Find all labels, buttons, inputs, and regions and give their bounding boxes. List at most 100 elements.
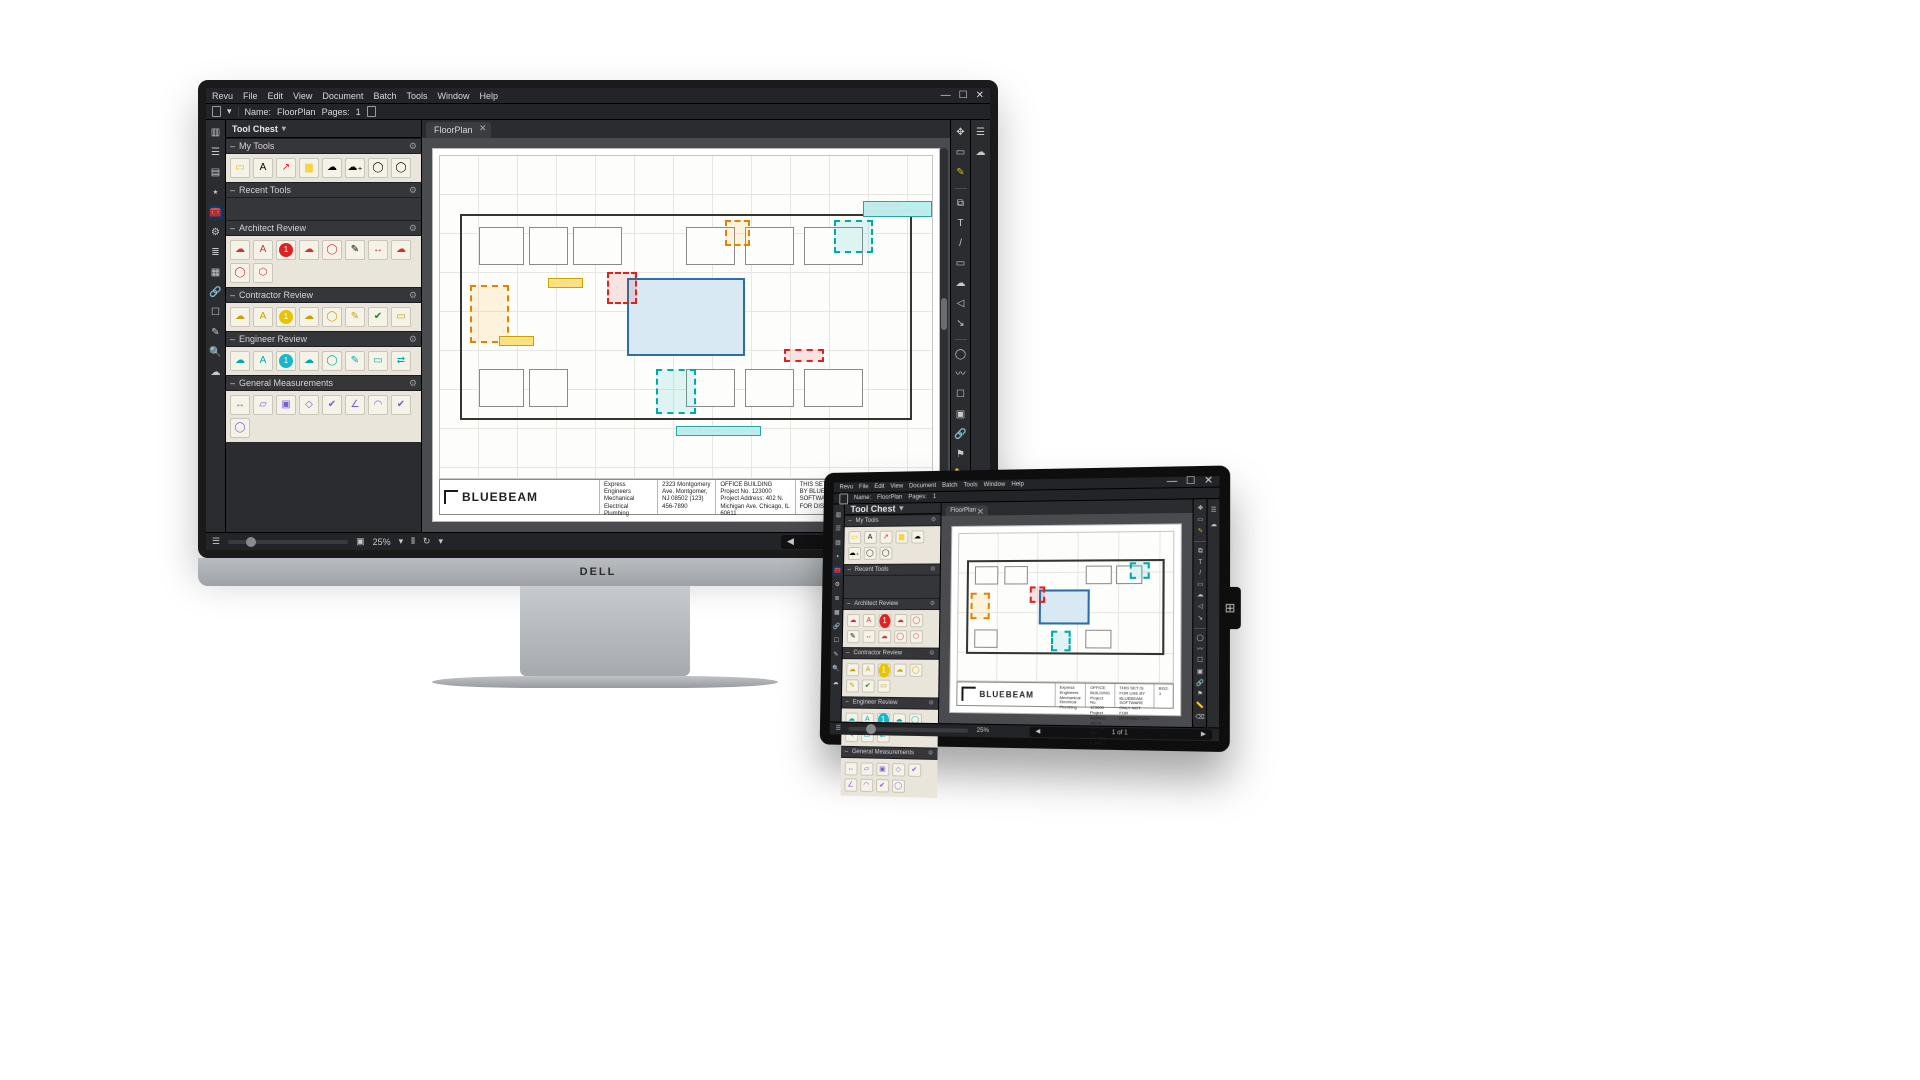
gear-icon[interactable]: ⚙ bbox=[409, 335, 417, 344]
menu-item-revu[interactable]: Revu bbox=[212, 91, 233, 101]
tool-callout[interactable]: ◁ bbox=[1195, 604, 1206, 611]
tool-cloud-a2[interactable]: ☁ bbox=[299, 240, 319, 260]
gear-icon[interactable]: ⚙ bbox=[409, 142, 417, 151]
rail-file-access[interactable]: ▥ bbox=[209, 126, 223, 140]
tool-ellipse-a2[interactable]: ◯ bbox=[894, 630, 907, 643]
rail-search[interactable]: 🔍 bbox=[209, 346, 223, 360]
menu-item-view[interactable]: View bbox=[293, 91, 312, 101]
toolset-header-contractor-review[interactable]: –Contractor Review⚙ bbox=[842, 647, 938, 660]
tool-pen-a[interactable]: ✎ bbox=[345, 240, 365, 260]
tool-stamp2-c[interactable]: ▭ bbox=[391, 307, 411, 327]
menu-item-batch[interactable]: Batch bbox=[942, 483, 957, 489]
rail-file-access[interactable]: ▥ bbox=[833, 510, 843, 520]
status-menu-icon[interactable]: ☰ bbox=[836, 725, 841, 731]
markup-cloud-2[interactable] bbox=[607, 272, 637, 304]
window-min-icon[interactable]: — bbox=[941, 91, 951, 101]
tool-pan[interactable]: ✥ bbox=[1195, 505, 1206, 512]
rail-layers[interactable]: ≣ bbox=[832, 594, 842, 604]
zoom-value[interactable]: 25% bbox=[373, 537, 391, 547]
toolset-header-contractor-review[interactable]: –Contractor Review⚙ bbox=[226, 287, 421, 303]
tool-callout-yellow[interactable]: ▭ bbox=[230, 158, 250, 178]
tool-cloud-c2[interactable]: ☁ bbox=[893, 664, 906, 677]
tool-text-a[interactable]: A bbox=[253, 240, 273, 260]
tool-arrow[interactable]: ↘ bbox=[954, 317, 968, 331]
menu-item-edit[interactable]: Edit bbox=[268, 91, 284, 101]
tool-gm-o[interactable]: ◯ bbox=[230, 418, 250, 438]
menu-item-edit[interactable]: Edit bbox=[874, 484, 884, 490]
tool-hex-a[interactable]: ⬡ bbox=[910, 630, 923, 643]
tool-flag[interactable]: ⚑ bbox=[954, 448, 968, 462]
tool-gm-vol[interactable]: ▣ bbox=[876, 763, 889, 777]
zoom-slider[interactable] bbox=[228, 540, 348, 544]
viewport-scrollbar[interactable] bbox=[940, 148, 948, 522]
status-menu-icon[interactable]: ☰ bbox=[212, 537, 220, 546]
tool-pen-c[interactable]: ✎ bbox=[345, 307, 365, 327]
tool-gm-len[interactable]: ↔ bbox=[230, 395, 250, 415]
tool-text-box[interactable]: A bbox=[253, 158, 273, 178]
tool-cloud-c2[interactable]: ☁ bbox=[299, 307, 319, 327]
tool-gm-len[interactable]: ↔ bbox=[844, 762, 857, 775]
toolset-header-architect-review[interactable]: –Architect Review⚙ bbox=[226, 220, 421, 236]
gear-icon[interactable]: ⚙ bbox=[409, 291, 417, 300]
tool-rect[interactable]: ▭ bbox=[1195, 581, 1206, 588]
rail-thumbnails[interactable]: ▤ bbox=[209, 166, 223, 180]
tool-cloud-a2[interactable]: ☁ bbox=[894, 614, 907, 627]
rail-forms[interactable]: ☐ bbox=[209, 306, 223, 320]
tool-polyline[interactable]: 〰 bbox=[954, 368, 968, 382]
markup-cloud-5[interactable] bbox=[656, 369, 695, 414]
rail-properties[interactable]: ⚙ bbox=[209, 226, 223, 240]
rail-properties-r[interactable]: ☰ bbox=[1208, 505, 1219, 516]
toolset-header-my-tools[interactable]: –My Tools⚙ bbox=[226, 138, 421, 154]
markup-rect-1[interactable] bbox=[784, 349, 823, 362]
tool-ellipse-e[interactable]: ◯ bbox=[322, 351, 342, 371]
menu-item-revu[interactable]: Revu bbox=[839, 484, 853, 490]
tool-pen-a[interactable]: ✎ bbox=[846, 630, 859, 643]
gear-icon[interactable]: ⚙ bbox=[409, 224, 417, 233]
sticky-note-4[interactable]: Provide RFI responses for this area bbox=[676, 426, 761, 436]
tool-ellipse-c[interactable]: ◯ bbox=[322, 307, 342, 327]
rail-bookmark[interactable]: ⭑ bbox=[209, 186, 223, 200]
tool-stamp-a[interactable]: 1 bbox=[276, 240, 296, 260]
tool-gm-o[interactable]: ◯ bbox=[892, 779, 905, 793]
rail-thumbnails[interactable]: ▤ bbox=[833, 538, 843, 548]
tool-check-c[interactable]: ✔ bbox=[861, 679, 874, 692]
tool-pen[interactable]: ✎ bbox=[1195, 528, 1206, 535]
tool-stamp[interactable]: ☐ bbox=[954, 388, 968, 402]
zoom-value[interactable]: 25% bbox=[977, 728, 989, 734]
gear-icon[interactable]: ⚙ bbox=[930, 567, 935, 573]
tool-dim-a[interactable]: ↔ bbox=[368, 240, 388, 260]
menu-item-view[interactable]: View bbox=[890, 484, 903, 490]
chevron-down-icon[interactable]: ▾ bbox=[438, 537, 443, 546]
rail-bookmark[interactable]: ⭑ bbox=[833, 552, 843, 562]
tool-stamp2-c[interactable]: ▭ bbox=[877, 680, 890, 693]
tool-image[interactable]: ▣ bbox=[954, 408, 968, 422]
document-viewport[interactable]: BLUEBEAM Express Engineers Mechanical El… bbox=[939, 513, 1193, 727]
rail-forms[interactable]: ☐ bbox=[831, 636, 841, 646]
markup-cloud-3[interactable] bbox=[725, 220, 750, 246]
tool-hyperlink[interactable]: 🔗 bbox=[1195, 680, 1206, 687]
tool-gm-rad[interactable]: ◠ bbox=[860, 779, 873, 793]
sticky-note-2[interactable]: Change req? bbox=[548, 278, 583, 288]
fit-page-icon[interactable]: ▣ bbox=[356, 537, 365, 546]
panel-title-dropdown-icon[interactable]: ▾ bbox=[282, 125, 286, 133]
tool-cloud-c[interactable]: ☁ bbox=[230, 307, 250, 327]
rail-signatures[interactable]: ✎ bbox=[831, 650, 841, 660]
tool-gm-count[interactable]: ✔ bbox=[908, 763, 921, 777]
menu-item-window[interactable]: Window bbox=[437, 91, 469, 101]
page-prev-icon[interactable]: ◀ bbox=[1035, 729, 1040, 735]
page-prev-icon[interactable]: ◀ bbox=[787, 537, 794, 546]
tool-line[interactable]: / bbox=[954, 237, 968, 251]
tool-cloud-a3[interactable]: ☁ bbox=[391, 240, 411, 260]
tool-callout[interactable]: ◁ bbox=[954, 297, 968, 311]
menu-item-file[interactable]: File bbox=[859, 484, 869, 490]
chevron-down-icon[interactable]: ▾ bbox=[399, 537, 404, 546]
tool-image[interactable]: ▣ bbox=[1195, 669, 1206, 676]
split-h-icon[interactable]: ⫴ bbox=[411, 537, 415, 546]
tool-gm-angle[interactable]: ∠ bbox=[844, 778, 857, 792]
rail-links[interactable]: 🔗 bbox=[832, 622, 842, 632]
page-thumb-icon[interactable] bbox=[367, 106, 376, 117]
tool-gm-perim[interactable]: ◇ bbox=[892, 763, 905, 777]
tool-select[interactable]: ▭ bbox=[954, 146, 968, 160]
tool-stamp[interactable]: ☐ bbox=[1195, 657, 1206, 664]
menu-item-window[interactable]: Window bbox=[984, 482, 1006, 488]
